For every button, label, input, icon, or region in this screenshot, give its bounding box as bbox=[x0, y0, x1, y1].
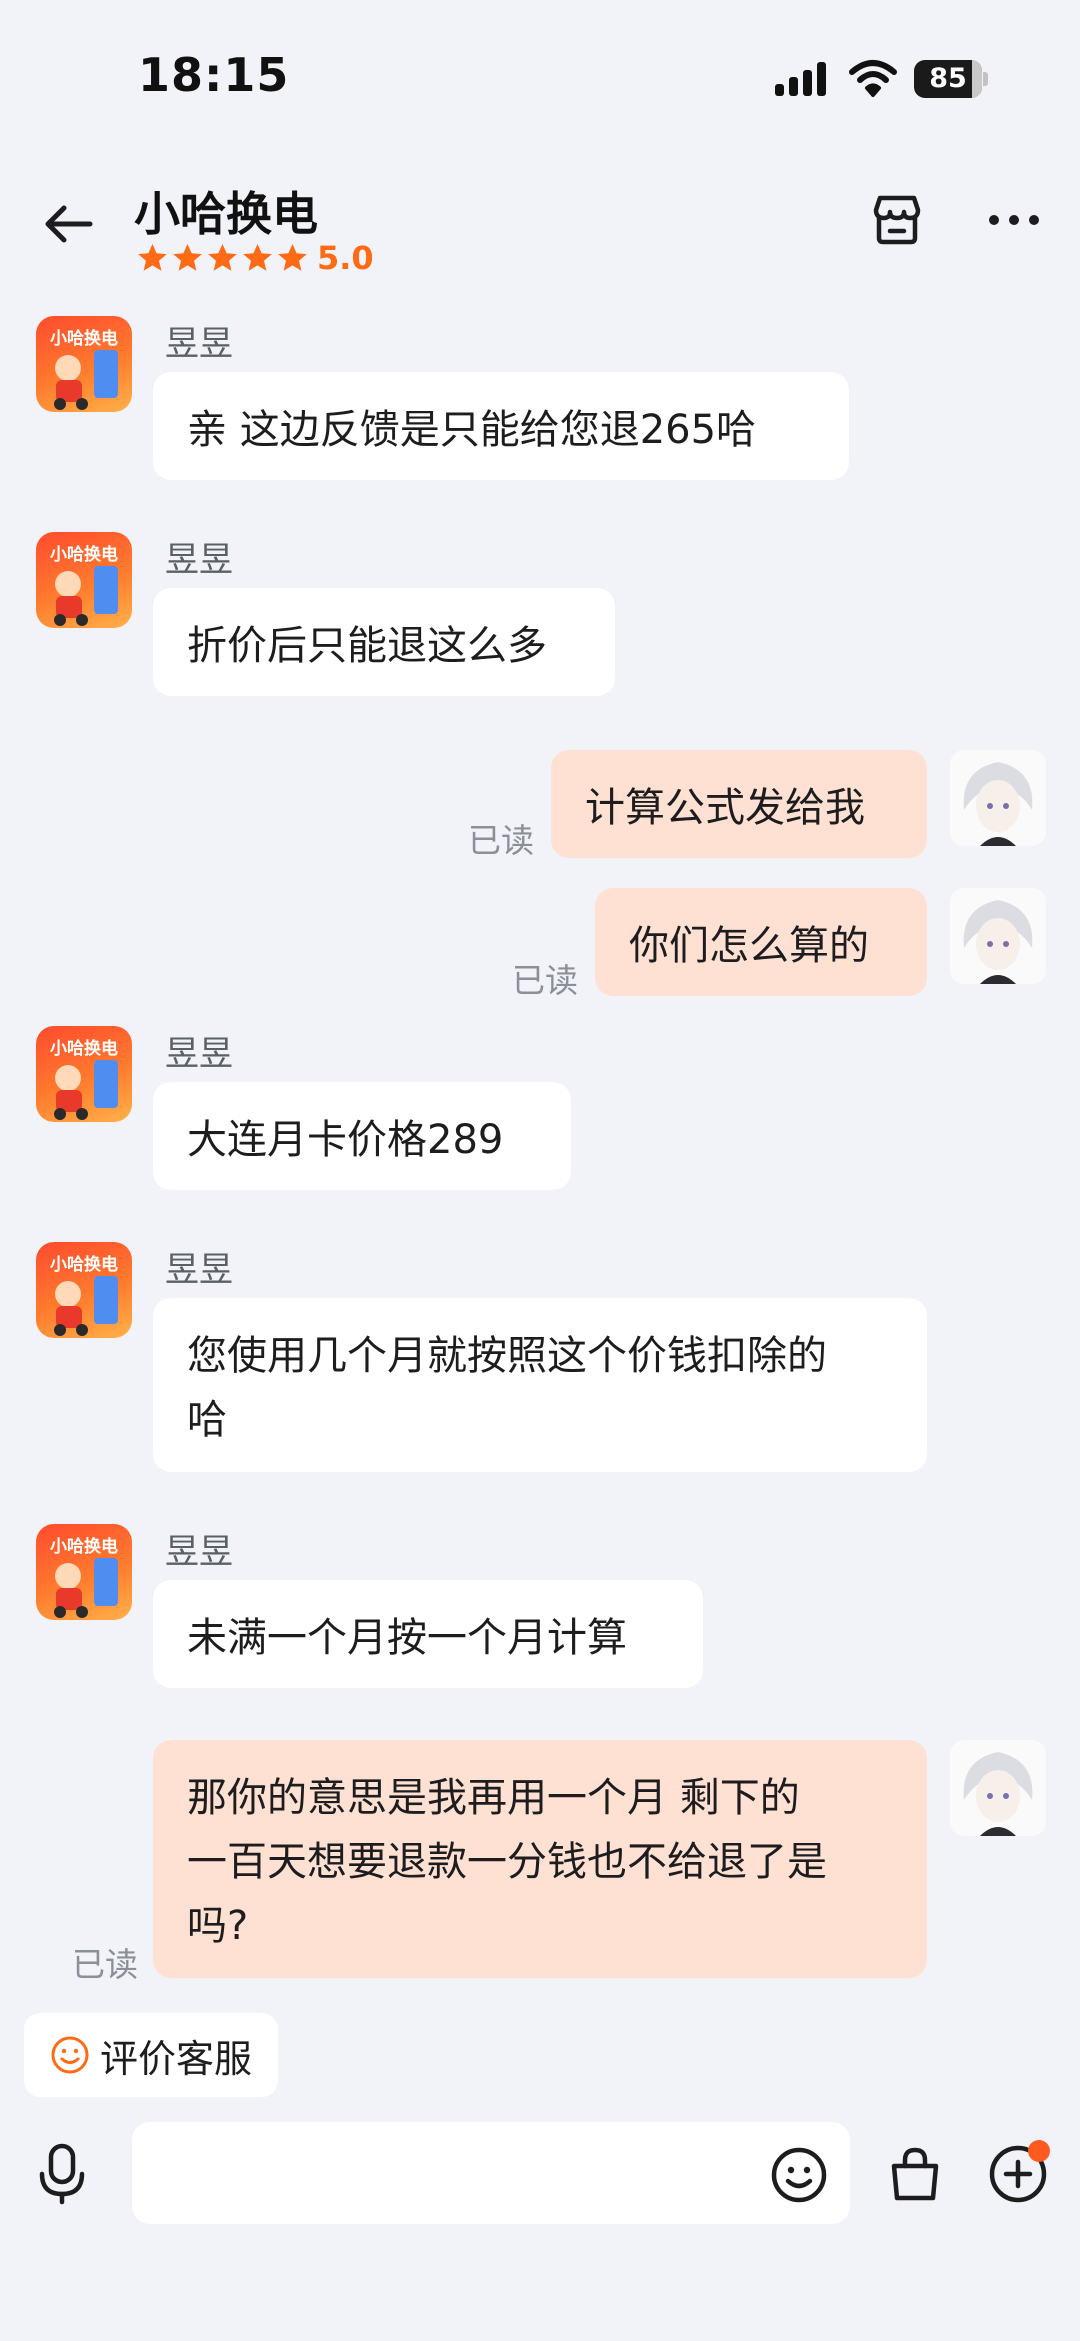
more-options-icon[interactable] bbox=[986, 200, 1042, 240]
sender-name: 昱昱 bbox=[165, 540, 233, 580]
cellular-signal-icon bbox=[775, 62, 826, 96]
message-input[interactable] bbox=[132, 2122, 850, 2224]
read-receipt: 已读 bbox=[72, 1945, 138, 1984]
rate-service-button[interactable]: 评价客服 bbox=[24, 2013, 278, 2097]
user-avatar[interactable] bbox=[950, 888, 1046, 984]
status-time: 18:15 bbox=[138, 48, 290, 102]
sender-name: 昱昱 bbox=[165, 1532, 233, 1572]
rating-stars bbox=[136, 242, 309, 275]
battery-icon: 85 bbox=[914, 60, 988, 98]
read-receipt: 已读 bbox=[512, 961, 578, 1000]
star-icon bbox=[208, 243, 237, 271]
voice-input-icon[interactable] bbox=[34, 2142, 90, 2206]
agent-avatar[interactable]: 小哈换电 bbox=[36, 1524, 132, 1620]
message-bubble-incoming[interactable]: 亲 这边反馈是只能给您退265哈 bbox=[153, 372, 849, 480]
sender-name: 昱昱 bbox=[165, 324, 233, 364]
notification-dot bbox=[1028, 2140, 1050, 2162]
rate-service-label: 评价客服 bbox=[100, 2036, 253, 2081]
star-icon bbox=[243, 243, 272, 271]
smiley-icon bbox=[51, 2036, 89, 2074]
star-icon bbox=[138, 243, 167, 271]
message-bubble-incoming[interactable]: 您使用几个月就按照这个价钱扣除的 哈 bbox=[153, 1298, 927, 1472]
back-arrow-icon[interactable] bbox=[40, 196, 96, 252]
shop-rating: 5.0 bbox=[136, 238, 374, 278]
status-bar: 18:15 85 bbox=[0, 0, 1080, 150]
agent-avatar[interactable]: 小哈换电 bbox=[36, 532, 132, 628]
message-bubble-incoming[interactable]: 折价后只能退这么多 bbox=[153, 588, 615, 696]
message-bubble-outgoing[interactable]: 你们怎么算的 bbox=[595, 888, 927, 996]
star-icon bbox=[173, 243, 202, 271]
agent-avatar[interactable]: 小哈换电 bbox=[36, 1026, 132, 1122]
agent-avatar[interactable]: 小哈换电 bbox=[36, 1242, 132, 1338]
user-avatar[interactable] bbox=[950, 750, 1046, 846]
message-bubble-outgoing[interactable]: 那你的意思是我再用一个月 剩下的 一百天想要退款一分钱也不给退了是 吗? bbox=[153, 1740, 927, 1978]
message-bubble-incoming[interactable]: 大连月卡价格289 bbox=[153, 1082, 571, 1190]
message-bubble-outgoing[interactable]: 计算公式发给我 bbox=[551, 750, 927, 858]
sender-name: 昱昱 bbox=[165, 1034, 233, 1074]
chat-title[interactable]: 小哈换电 bbox=[134, 178, 318, 244]
battery-percent: 85 bbox=[929, 63, 967, 94]
rating-value: 5.0 bbox=[317, 239, 374, 277]
read-receipt: 已读 bbox=[468, 821, 534, 860]
sender-name: 昱昱 bbox=[165, 1250, 233, 1290]
star-icon bbox=[278, 243, 307, 271]
chat-header: 小哈换电 5.0 bbox=[0, 160, 1080, 290]
wifi-icon bbox=[849, 60, 897, 97]
emoji-icon[interactable] bbox=[770, 2146, 828, 2204]
agent-avatar[interactable]: 小哈换电 bbox=[36, 316, 132, 412]
store-icon[interactable] bbox=[868, 190, 926, 248]
shopping-bag-icon[interactable] bbox=[886, 2144, 944, 2204]
message-bubble-incoming[interactable]: 未满一个月按一个月计算 bbox=[153, 1580, 703, 1688]
user-avatar[interactable] bbox=[950, 1740, 1046, 1836]
